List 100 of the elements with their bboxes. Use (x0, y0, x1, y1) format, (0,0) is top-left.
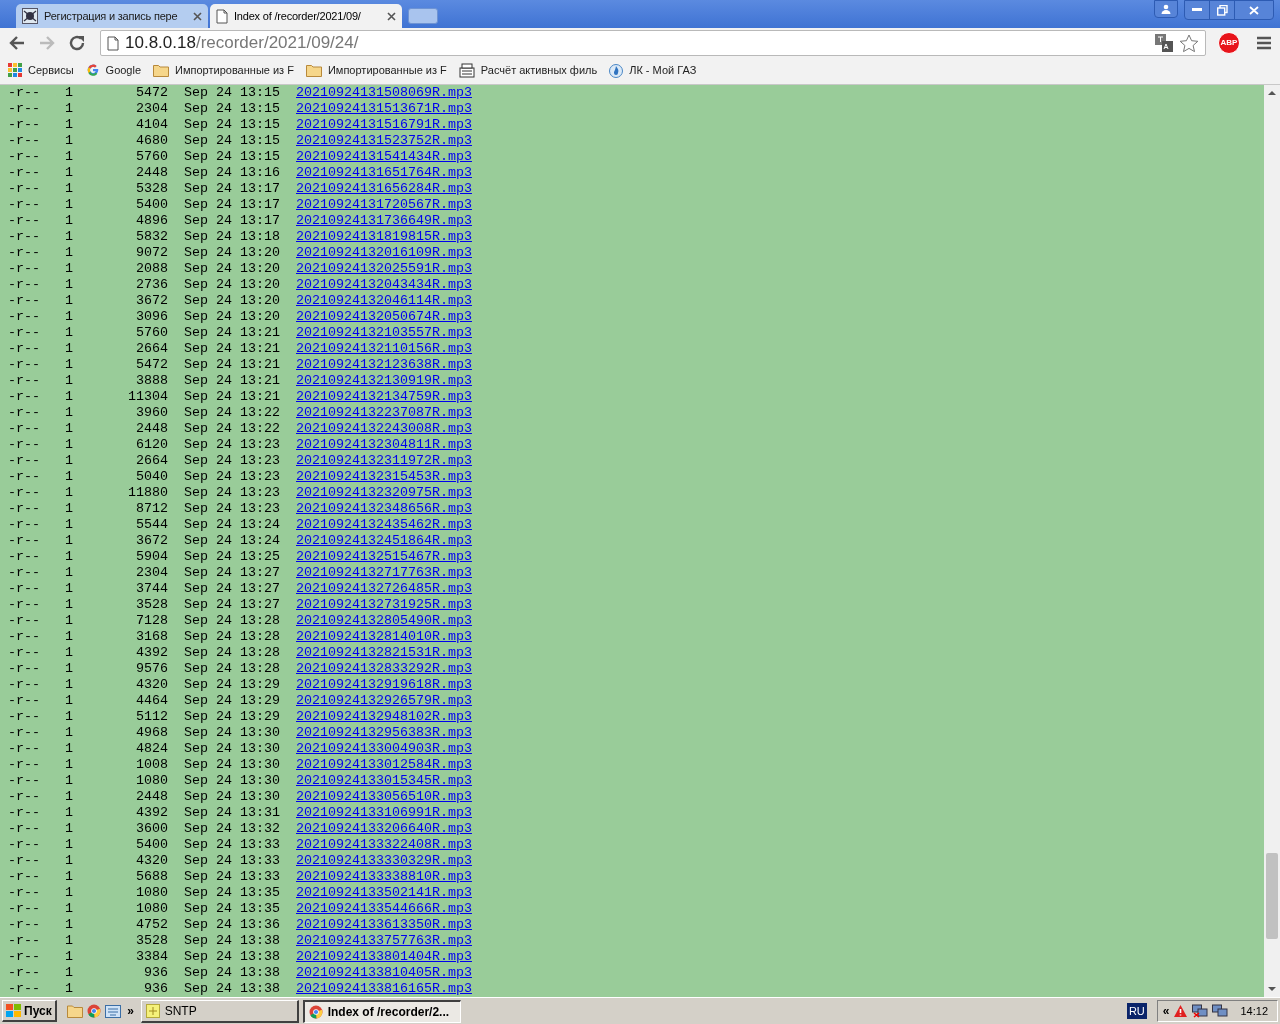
file-size-text: 1080 (135, 773, 168, 789)
file-link[interactable]: 20210924132731925R.mp3 (296, 597, 472, 613)
date-text: Sep 24 13:28 (184, 661, 280, 677)
network-disconnected-icon[interactable] (1192, 1004, 1209, 1018)
date-text: Sep 24 13:38 (184, 965, 280, 981)
file-link[interactable]: 20210924131651764R.mp3 (296, 165, 472, 181)
file-link[interactable]: 20210924132726485R.mp3 (296, 581, 472, 597)
file-link[interactable]: 20210924131541434R.mp3 (296, 149, 472, 165)
network-icon[interactable] (1212, 1004, 1229, 1018)
bookmark-item[interactable]: ЛК - Мой ГАЗ (609, 61, 697, 79)
file-link[interactable]: 20210924133801404R.mp3 (296, 949, 472, 965)
file-link[interactable]: 20210924133816165R.mp3 (296, 981, 472, 997)
scrollbar[interactable] (1264, 85, 1280, 997)
close-icon[interactable] (193, 11, 202, 21)
link-count-text: 1 (65, 453, 73, 469)
bookmark-item[interactable]: Импортированные из F (153, 61, 294, 79)
file-link[interactable]: 20210924133810405R.mp3 (296, 965, 472, 981)
file-link[interactable]: 20210924133015345R.mp3 (296, 773, 472, 789)
browser-tab[interactable]: Регистрация и запись пере (16, 4, 208, 28)
file-link[interactable]: 20210924133012584R.mp3 (296, 757, 472, 773)
file-link[interactable]: 20210924132515467R.mp3 (296, 549, 472, 565)
start-button[interactable]: Пуск (2, 1000, 57, 1022)
permissions-text: -r-- (8, 661, 41, 677)
file-link[interactable]: 20210924132134759R.mp3 (296, 389, 472, 405)
file-link[interactable]: 20210924133757763R.mp3 (296, 933, 472, 949)
file-link[interactable]: 20210924132814010R.mp3 (296, 629, 472, 645)
file-link[interactable]: 20210924131523752R.mp3 (296, 133, 472, 149)
file-link[interactable]: 20210924132043434R.mp3 (296, 277, 472, 293)
permissions-text: -r-- (8, 629, 41, 645)
file-link[interactable]: 20210924132123638R.mp3 (296, 357, 472, 373)
file-link[interactable]: 20210924132948102R.mp3 (296, 709, 472, 725)
star-icon[interactable] (1179, 33, 1199, 53)
file-link[interactable]: 20210924133338810R.mp3 (296, 869, 472, 885)
profile-button[interactable] (1154, 0, 1178, 18)
file-link[interactable]: 20210924131736649R.mp3 (296, 213, 472, 229)
file-link[interactable]: 20210924133502141R.mp3 (296, 885, 472, 901)
file-link[interactable]: 20210924133004903R.mp3 (296, 741, 472, 757)
menu-icon[interactable] (1256, 36, 1272, 50)
file-link[interactable]: 20210924132926579R.mp3 (296, 693, 472, 709)
file-link[interactable]: 20210924133056510R.mp3 (296, 789, 472, 805)
file-link[interactable]: 20210924132435462R.mp3 (296, 517, 472, 533)
file-link[interactable]: 20210924132919618R.mp3 (296, 677, 472, 693)
file-link[interactable]: 20210924133544666R.mp3 (296, 901, 472, 917)
file-link[interactable]: 20210924132050674R.mp3 (296, 309, 472, 325)
file-link[interactable]: 20210924133330329R.mp3 (296, 853, 472, 869)
file-link[interactable]: 20210924131513671R.mp3 (296, 101, 472, 117)
file-link[interactable]: 20210924132016109R.mp3 (296, 245, 472, 261)
taskbar-button[interactable]: SNTP (140, 999, 299, 1023)
file-link[interactable]: 20210924132315453R.mp3 (296, 469, 472, 485)
file-link[interactable]: 20210924132237087R.mp3 (296, 405, 472, 421)
file-link[interactable]: 20210924133206640R.mp3 (296, 821, 472, 837)
language-indicator[interactable]: RU (1126, 1003, 1147, 1019)
file-link[interactable]: 20210924132025591R.mp3 (296, 261, 472, 277)
file-link[interactable]: 20210924132046114R.mp3 (296, 293, 472, 309)
file-link[interactable]: 20210924133613350R.mp3 (296, 917, 472, 933)
file-link[interactable]: 20210924132805490R.mp3 (296, 613, 472, 629)
file-link[interactable]: 20210924131819815R.mp3 (296, 229, 472, 245)
google-g-icon (85, 63, 100, 77)
bookmark-item[interactable]: Расчёт активных филь (458, 61, 598, 79)
file-link[interactable]: 20210924132311972R.mp3 (296, 453, 472, 469)
bookmark-item[interactable]: Сервисы (8, 61, 74, 79)
file-size-text: 3744 (135, 581, 168, 597)
file-link[interactable]: 20210924132110156R.mp3 (296, 341, 472, 357)
bookmark-item[interactable]: Google (85, 61, 142, 79)
reload-icon[interactable] (68, 34, 86, 52)
file-link[interactable]: 20210924132320975R.mp3 (296, 485, 472, 501)
translate-icon[interactable] (1155, 34, 1173, 52)
tray-expand-chevron[interactable]: « (1162, 1002, 1170, 1020)
file-link[interactable]: 20210924132833292R.mp3 (296, 661, 472, 677)
link-count-text: 1 (65, 85, 73, 101)
file-link[interactable]: 20210924131508069R.mp3 (296, 85, 472, 101)
file-link[interactable]: 20210924132348656R.mp3 (296, 501, 472, 517)
file-link[interactable]: 20210924132821531R.mp3 (296, 645, 472, 661)
file-size-text: 936 (143, 965, 168, 981)
taskbar-button[interactable]: Index of /recorder/2... (302, 999, 461, 1023)
address-bar[interactable]: 10.8.0.18/recorder/2021/09/24/ (100, 30, 1206, 56)
file-link[interactable]: 20210924132103557R.mp3 (296, 325, 472, 341)
scroll-thumb[interactable] (1266, 853, 1278, 939)
date-text: Sep 24 13:21 (184, 325, 280, 341)
file-link[interactable]: 20210924131720567R.mp3 (296, 197, 472, 213)
file-link[interactable]: 20210924132243008R.mp3 (296, 421, 472, 437)
browser-tab[interactable]: Index of /recorder/2021/09/ (210, 4, 402, 28)
file-link[interactable]: 20210924132956383R.mp3 (296, 725, 472, 741)
date-text: Sep 24 13:31 (184, 805, 280, 821)
more-chevron[interactable]: » (124, 1002, 137, 1020)
bookmark-item[interactable]: Импортированные из F (305, 61, 447, 79)
file-link[interactable]: 20210924133106991R.mp3 (296, 805, 472, 821)
date-text: Sep 24 13:22 (184, 421, 280, 437)
file-link[interactable]: 20210924132717763R.mp3 (296, 565, 472, 581)
file-link[interactable]: 20210924133322408R.mp3 (296, 837, 472, 853)
file-link[interactable]: 20210924132451864R.mp3 (296, 533, 472, 549)
close-icon[interactable] (387, 11, 396, 21)
file-link[interactable]: 20210924131516791R.mp3 (296, 117, 472, 133)
permissions-text: -r-- (8, 581, 41, 597)
file-link[interactable]: 20210924131656284R.mp3 (296, 181, 472, 197)
file-link[interactable]: 20210924132304811R.mp3 (296, 437, 472, 453)
date-text: Sep 24 13:33 (184, 869, 280, 885)
back-arrow-icon[interactable] (8, 35, 26, 51)
file-link[interactable]: 20210924132130919R.mp3 (296, 373, 472, 389)
adblock-badge[interactable]: ABP (1218, 32, 1240, 54)
